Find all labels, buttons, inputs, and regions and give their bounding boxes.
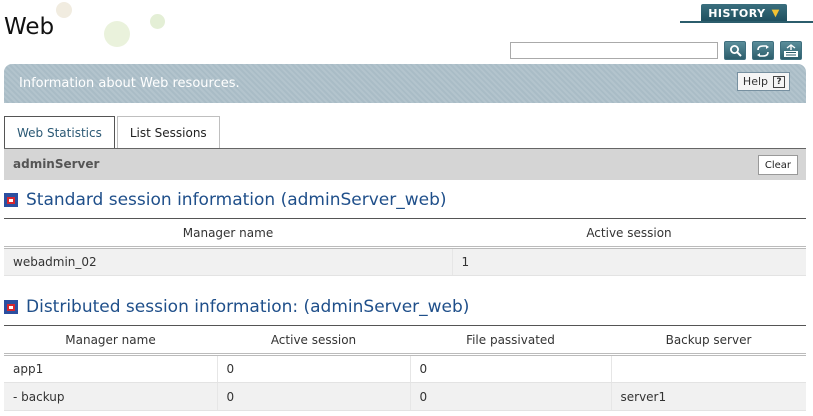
column-header: Active session	[452, 218, 806, 249]
table-cell: webadmin_02	[4, 247, 453, 276]
chevron-down-icon: ▼	[771, 7, 780, 19]
decorative-circle	[150, 14, 165, 29]
distributed-session-table: Manager name Active session File passiva…	[4, 325, 806, 411]
distributed-section-title: Distributed session information: (adminS…	[4, 297, 469, 317]
clear-button[interactable]: Clear	[757, 155, 798, 175]
table-cell: 0	[410, 354, 612, 383]
table-cell: server1	[611, 382, 806, 411]
search-icon	[729, 45, 742, 57]
table-cell: 0	[217, 354, 411, 383]
column-header: Active session	[217, 325, 410, 356]
section-bullet-icon	[4, 193, 18, 207]
column-header: Manager name	[4, 325, 217, 356]
table-cell: 0	[217, 382, 411, 411]
standard-section-title-text: Standard session information (adminServe…	[26, 190, 447, 210]
help-icon: ?	[773, 75, 785, 88]
page-title: Web	[4, 14, 55, 40]
column-header: File passivated	[410, 325, 611, 356]
search-button[interactable]	[724, 41, 746, 60]
history-button[interactable]: HISTORY ▼	[701, 4, 787, 22]
section-bullet-icon	[4, 300, 18, 314]
table-cell: - backup	[4, 382, 218, 411]
table-cell: 0	[410, 382, 612, 411]
history-label: HISTORY	[708, 6, 766, 20]
table-row: - backup 0 0 server1	[4, 382, 806, 411]
tab-list-sessions[interactable]: List Sessions	[116, 116, 220, 149]
tab-bar: Web Statistics List Sessions	[4, 116, 222, 149]
xml-export-button[interactable]	[780, 41, 802, 60]
standard-section-title: Standard session information (adminServe…	[4, 190, 447, 210]
table-row: app1 0 0	[4, 354, 806, 383]
help-label: Help	[742, 75, 768, 88]
history-underline	[680, 21, 813, 23]
refresh-icon	[757, 44, 769, 57]
xml-export-icon	[784, 43, 798, 57]
info-banner: Information about Web resources. Help ?	[4, 64, 806, 103]
table-cell: 1	[452, 247, 806, 276]
refresh-button[interactable]	[752, 41, 774, 60]
table-row: webadmin_02 1	[4, 247, 806, 276]
help-button[interactable]: Help ?	[736, 72, 790, 91]
server-bar: adminServer Clear	[4, 149, 806, 180]
table-cell	[611, 354, 806, 383]
column-header: Backup server	[611, 325, 806, 356]
column-header: Manager name	[4, 218, 452, 249]
table-cell: app1	[4, 354, 218, 383]
distributed-section-title-text: Distributed session information: (adminS…	[26, 297, 470, 317]
decorative-circle	[56, 2, 72, 18]
server-name: adminServer	[13, 157, 100, 171]
search-input[interactable]	[510, 42, 718, 59]
standard-session-table: Manager name Active session webadmin_02 …	[4, 218, 806, 276]
banner-text: Information about Web resources.	[19, 76, 240, 91]
decorative-circle	[104, 21, 130, 47]
tab-web-statistics[interactable]: Web Statistics	[4, 116, 115, 149]
